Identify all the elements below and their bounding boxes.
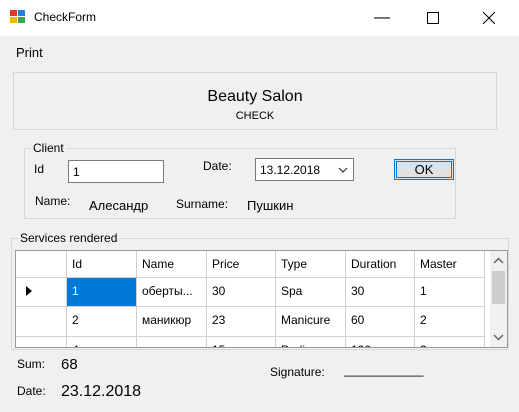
title-bar: CheckForm — (0, 0, 519, 36)
client-legend: Client (33, 141, 64, 155)
column-header-price[interactable]: Price (207, 251, 276, 278)
table-cell[interactable]: Manicure (276, 307, 346, 337)
id-input[interactable]: 1 (68, 160, 164, 183)
footer-date-value: 23.12.2018 (61, 383, 142, 400)
window-title: CheckForm (34, 10, 97, 24)
sum-value: 68 (61, 356, 78, 373)
table-cell[interactable]: оберты... (137, 278, 207, 307)
table-cell[interactable] (137, 337, 207, 347)
table-cell[interactable]: 4 (67, 337, 137, 347)
table-cell[interactable]: 23 (207, 307, 276, 337)
row-header[interactable] (16, 307, 67, 337)
table-cell[interactable]: 3 (415, 337, 485, 347)
vertical-scrollbar[interactable] (490, 251, 507, 347)
row-header-corner (16, 251, 67, 278)
surname-label: Surname: (176, 197, 229, 211)
chevron-down-icon (338, 161, 348, 178)
services-legend: Services rendered (20, 231, 118, 245)
minimize-button[interactable]: — (359, 0, 405, 36)
surname-value: Пушкин (247, 198, 294, 213)
column-header-duration[interactable]: Duration (346, 251, 415, 278)
footer-date-label: Date: (17, 384, 46, 398)
scroll-up-icon[interactable] (490, 253, 507, 269)
column-header-master[interactable]: Master (415, 251, 485, 278)
table-cell[interactable]: 1 (67, 278, 137, 307)
signature-line: ___________ (344, 362, 424, 377)
maximize-button[interactable] (410, 0, 456, 36)
scrollbar-thumb[interactable] (492, 271, 505, 304)
ok-button-label: OK (414, 162, 434, 177)
table-cell[interactable]: 60 (346, 307, 415, 337)
column-header-id[interactable]: Id (67, 251, 137, 278)
menu-bar: Print (0, 36, 519, 64)
menu-print[interactable]: Print (16, 45, 43, 60)
column-header-type[interactable]: Type (276, 251, 346, 278)
table-cell[interactable]: маникюр (137, 307, 207, 337)
table-cell[interactable]: 1 (415, 278, 485, 307)
row-header[interactable] (16, 278, 67, 307)
id-label: Id (34, 162, 45, 176)
signature-label: Signature: (270, 365, 325, 379)
table-cell[interactable]: 15 (207, 337, 276, 347)
table-cell[interactable]: 120 (346, 337, 415, 347)
name-value: Алесандр (89, 198, 149, 213)
services-grid[interactable]: Id Name Price Type Duration Master 1 обе… (15, 250, 508, 348)
table-cell[interactable]: Spa (276, 278, 346, 307)
table-cell[interactable]: 30 (346, 278, 415, 307)
id-input-value: 1 (73, 165, 80, 179)
name-label: Name: (35, 194, 71, 208)
date-picker-value: 13.12.2018 (260, 163, 321, 177)
table-cell[interactable]: Pedi... (276, 337, 346, 347)
row-header[interactable] (16, 337, 67, 347)
ok-button[interactable]: OK (394, 159, 454, 180)
current-row-arrow-icon (26, 286, 32, 296)
close-button[interactable] (466, 0, 512, 36)
app-icon (10, 10, 26, 24)
date-picker[interactable]: 13.12.2018 (255, 158, 354, 181)
column-header-name[interactable]: Name (137, 251, 207, 278)
scroll-down-icon[interactable] (490, 329, 507, 345)
sum-label: Sum: (17, 357, 46, 371)
table-cell[interactable]: 2 (67, 307, 137, 337)
header-panel: Beauty Salon CHECK (13, 72, 497, 130)
table-cell[interactable]: 30 (207, 278, 276, 307)
close-icon (483, 12, 495, 24)
table-cell[interactable]: 2 (415, 307, 485, 337)
check-subtitle: CHECK (235, 110, 275, 122)
salon-title: Beauty Salon (207, 88, 303, 105)
maximize-icon (427, 12, 439, 24)
date-label: Date: (203, 159, 232, 173)
minimize-icon: — (374, 9, 390, 26)
